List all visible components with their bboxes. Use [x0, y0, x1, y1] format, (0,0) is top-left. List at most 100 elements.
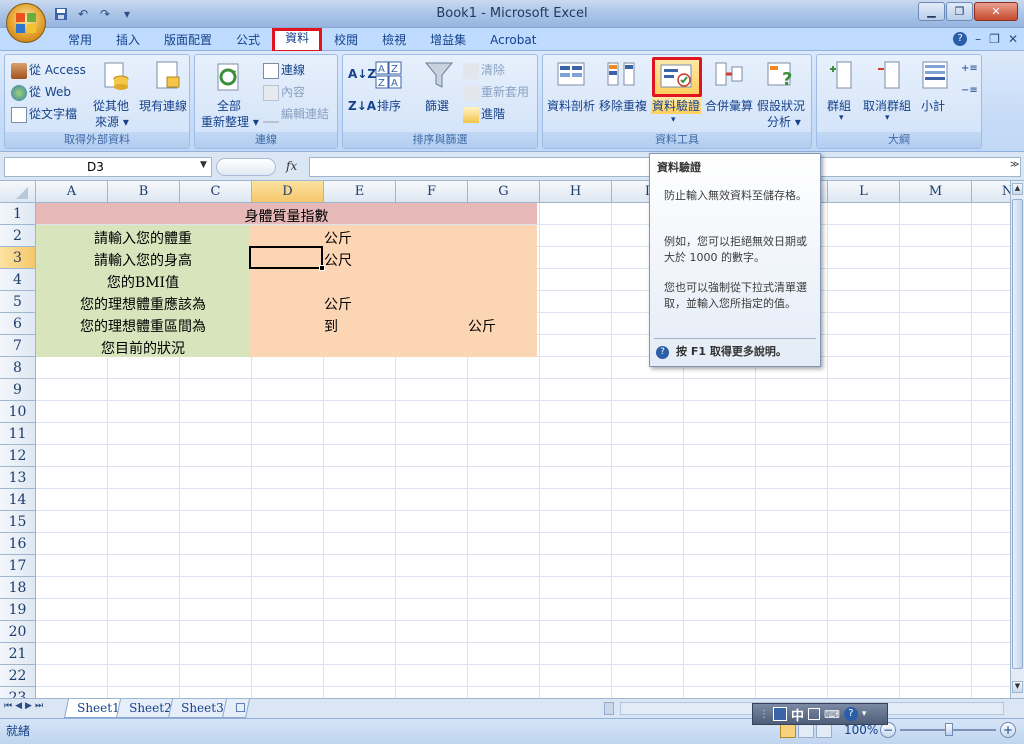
- advanced-button[interactable]: 進階: [463, 105, 505, 123]
- column-header-b[interactable]: B: [108, 181, 180, 203]
- row-header-1[interactable]: 1: [0, 203, 36, 225]
- sort-az-icon[interactable]: A↓Z: [348, 67, 376, 81]
- row-header-3[interactable]: 3: [0, 247, 36, 269]
- name-box-dropdown-icon[interactable]: ▼: [200, 160, 207, 170]
- group-dropdown-icon[interactable]: ▾: [839, 113, 844, 123]
- row-header-10[interactable]: 10: [0, 401, 36, 423]
- restore-icon[interactable]: ❐: [946, 2, 973, 21]
- tab-data[interactable]: 資料: [272, 28, 323, 53]
- row-header-21[interactable]: 21: [0, 643, 36, 665]
- insert-function-icon[interactable]: fx: [286, 159, 297, 173]
- doc-minimize-icon[interactable]: –: [975, 32, 981, 46]
- row-header-6[interactable]: 6: [0, 313, 36, 335]
- column-header-f[interactable]: F: [396, 181, 468, 203]
- scroll-up-icon[interactable]: ▲: [1012, 183, 1023, 195]
- row-header-5[interactable]: 5: [0, 291, 36, 313]
- formula-bar-handle[interactable]: [216, 158, 276, 176]
- fill-handle[interactable]: [319, 265, 325, 271]
- sheet-nav-icons[interactable]: ⏮◀▶⏭: [4, 701, 46, 711]
- select-all-corner[interactable]: [0, 181, 36, 203]
- other-sources-label-2[interactable]: 來源 ▾: [95, 113, 129, 130]
- ime-width-icon[interactable]: [808, 708, 821, 720]
- row-header-18[interactable]: 18: [0, 577, 36, 599]
- worksheet-grid[interactable]: ABCDEFGHIJKLMN 1234567891011121314151617…: [0, 181, 1010, 698]
- doc-restore-icon[interactable]: ❐: [989, 32, 1000, 46]
- row-header-19[interactable]: 19: [0, 599, 36, 621]
- tab-formulas[interactable]: 公式: [224, 30, 272, 51]
- row-header-16[interactable]: 16: [0, 533, 36, 555]
- ungroup-button[interactable]: 取消群組: [863, 97, 911, 114]
- data-validation-button[interactable]: 資料驗證: [651, 97, 702, 114]
- hide-detail-icon[interactable]: −≡: [961, 85, 978, 96]
- column-header-d[interactable]: D: [252, 181, 324, 203]
- sort-button[interactable]: 排序: [377, 97, 401, 114]
- tab-view[interactable]: 檢視: [370, 30, 418, 51]
- office-button[interactable]: [6, 3, 46, 43]
- row-header-17[interactable]: 17: [0, 555, 36, 577]
- column-header-c[interactable]: C: [180, 181, 252, 203]
- zoom-slider-thumb[interactable]: [945, 723, 953, 736]
- normal-view-icon[interactable]: [780, 723, 796, 738]
- ime-options-icon[interactable]: ▾: [862, 709, 867, 719]
- row-header-2[interactable]: 2: [0, 225, 36, 247]
- other-sources-label-1[interactable]: 從其他: [93, 97, 129, 114]
- text-to-columns-button[interactable]: 資料剖析: [547, 97, 595, 114]
- properties-button[interactable]: 內容: [263, 83, 305, 101]
- what-if-label-2[interactable]: 分析 ▾: [767, 113, 801, 130]
- ime-input-icon[interactable]: [773, 707, 787, 721]
- zoom-level[interactable]: 100%: [844, 723, 878, 737]
- ungroup-dropdown-icon[interactable]: ▾: [885, 113, 890, 123]
- row-header-13[interactable]: 13: [0, 467, 36, 489]
- consolidate-button[interactable]: 合併彙算: [705, 97, 753, 114]
- remove-duplicates-button[interactable]: 移除重複: [599, 97, 647, 114]
- page-break-view-icon[interactable]: [816, 723, 832, 738]
- ime-tool-icon[interactable]: ⌨: [824, 708, 840, 721]
- expand-formula-bar-icon[interactable]: ≫: [1010, 160, 1019, 170]
- edit-links-button[interactable]: 編輯連結: [263, 105, 329, 123]
- vertical-scrollbar[interactable]: ▲ ▼: [1010, 181, 1024, 698]
- from-web-button[interactable]: 從 Web: [11, 83, 71, 101]
- data-validation-dropdown-icon[interactable]: ▾: [671, 115, 676, 125]
- row-header-8[interactable]: 8: [0, 357, 36, 379]
- sort-za-icon[interactable]: Z↓A: [348, 99, 376, 113]
- tab-review[interactable]: 校閱: [322, 30, 370, 51]
- column-header-h[interactable]: H: [540, 181, 612, 203]
- column-header-g[interactable]: G: [468, 181, 540, 203]
- filter-button[interactable]: 篩選: [425, 97, 449, 114]
- refresh-all-label-1[interactable]: 全部: [217, 97, 241, 114]
- active-cell-d3[interactable]: [249, 246, 323, 269]
- clear-button[interactable]: 清除: [463, 61, 505, 79]
- row-header-14[interactable]: 14: [0, 489, 36, 511]
- page-layout-view-icon[interactable]: [798, 723, 814, 738]
- row-header-9[interactable]: 9: [0, 379, 36, 401]
- what-if-label-1[interactable]: 假設狀況: [757, 97, 805, 114]
- row-header-20[interactable]: 20: [0, 621, 36, 643]
- minimize-icon[interactable]: ▁: [918, 2, 945, 21]
- subtotal-button[interactable]: 小計: [921, 97, 945, 114]
- ime-mode[interactable]: 中: [791, 705, 804, 724]
- column-header-a[interactable]: A: [36, 181, 108, 203]
- column-header-m[interactable]: M: [900, 181, 972, 203]
- tab-home[interactable]: 常用: [56, 30, 104, 51]
- connections-button[interactable]: 連線: [263, 61, 305, 79]
- column-header-e[interactable]: E: [324, 181, 396, 203]
- name-box[interactable]: D3: [4, 157, 212, 177]
- close-icon[interactable]: ✕: [974, 2, 1018, 21]
- row-header-12[interactable]: 12: [0, 445, 36, 467]
- row-header-11[interactable]: 11: [0, 423, 36, 445]
- help-icon[interactable]: ?: [953, 32, 968, 46]
- row-header-7[interactable]: 7: [0, 335, 36, 357]
- column-header-n[interactable]: N: [972, 181, 1010, 203]
- tab-addins[interactable]: 增益集: [418, 30, 478, 51]
- vertical-scroll-thumb[interactable]: [1012, 199, 1023, 669]
- row-header-4[interactable]: 4: [0, 269, 36, 291]
- data-validation-button-highlight[interactable]: [652, 57, 702, 97]
- row-header-23[interactable]: 23: [0, 687, 36, 698]
- existing-connections-button[interactable]: 現有連線: [139, 97, 187, 114]
- scroll-down-icon[interactable]: ▼: [1012, 681, 1023, 693]
- insert-sheet-icon[interactable]: ☐: [221, 699, 251, 718]
- tab-acrobat[interactable]: Acrobat: [478, 30, 548, 51]
- doc-close-icon[interactable]: ✕: [1008, 32, 1018, 46]
- from-text-button[interactable]: 從文字檔: [11, 105, 77, 123]
- tab-split-handle[interactable]: [604, 702, 614, 715]
